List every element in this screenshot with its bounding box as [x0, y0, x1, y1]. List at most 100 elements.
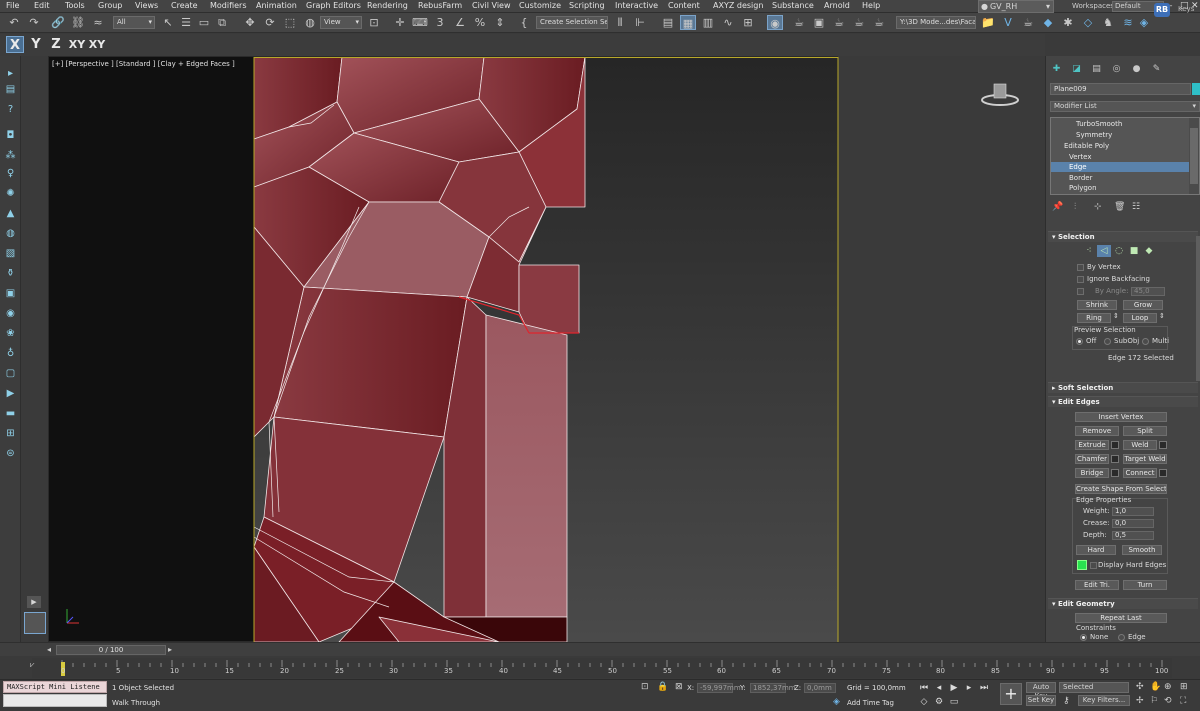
add-time-tag-button[interactable]: Add Time Tag	[847, 699, 894, 707]
menu-rebusfarm[interactable]: RebusFarm	[418, 1, 462, 10]
light-icon[interactable]: ♀	[3, 166, 18, 181]
make-unique-icon[interactable]: ⊹	[1094, 202, 1102, 212]
insert-vertex-button[interactable]: Insert Vertex	[1075, 412, 1167, 422]
stack-item-polygon[interactable]: Polygon	[1051, 183, 1189, 193]
pivot-center-icon[interactable]: ⊡	[366, 15, 382, 30]
render-production-icon[interactable]: ☕	[831, 15, 847, 30]
mini-curve-editor-icon[interactable]: ⩗	[30, 660, 54, 674]
selection-rollout-header[interactable]: ▾ Selection	[1048, 231, 1198, 242]
loop-spinner-icon[interactable]: ⇕	[1159, 312, 1165, 320]
stack-item-edge[interactable]: Edge	[1051, 162, 1189, 172]
panel-scrollbar[interactable]	[1196, 236, 1200, 381]
hard-edges-color-swatch[interactable]	[1077, 560, 1087, 570]
layers-icon[interactable]: ▤	[3, 82, 18, 97]
chamfer-settings-icon[interactable]	[1111, 455, 1119, 463]
plugin-icon-1[interactable]: ◆	[1040, 15, 1056, 30]
percent-snap-icon[interactable]: %	[472, 15, 488, 30]
by-vertex-checkbox[interactable]	[1077, 264, 1084, 271]
shrink-button[interactable]: Shrink	[1077, 300, 1117, 310]
split-button[interactable]: Split	[1123, 426, 1167, 436]
select-by-name-icon[interactable]: ☰	[178, 15, 194, 30]
sun-icon[interactable]: ✺	[3, 186, 18, 201]
axis-xy-cycle-button[interactable]: XY	[88, 36, 106, 53]
time-tag-icon[interactable]: ◈	[833, 697, 840, 707]
menu-views[interactable]: Views	[135, 1, 158, 10]
orbit-icon[interactable]: ✣	[1136, 682, 1144, 692]
target-weld-button[interactable]: Target Weld	[1123, 454, 1167, 464]
mirror-icon[interactable]: ⫴	[612, 15, 628, 30]
polygon-mode-icon[interactable]: ■	[1127, 245, 1141, 257]
unlink-icon[interactable]: ⛓	[70, 15, 86, 30]
edit-named-selection-icon[interactable]: {	[516, 15, 532, 30]
track-bar[interactable]	[32, 658, 1172, 678]
turn-button[interactable]: Turn	[1123, 580, 1167, 590]
reference-coordinate-select[interactable]: View ▾	[320, 16, 362, 29]
auto-key-button[interactable]: Auto Key	[1026, 682, 1056, 700]
paint-icon[interactable]: ❀	[3, 326, 18, 341]
previous-frame-icon[interactable]: ◂	[933, 682, 945, 694]
menu-file[interactable]: File	[6, 1, 19, 10]
depth-input[interactable]: 0,5	[1112, 531, 1154, 540]
scale-icon[interactable]: ⬚	[282, 15, 298, 30]
cone-icon[interactable]: ▲	[3, 206, 18, 221]
viewport-layout-icon[interactable]	[24, 612, 46, 634]
clapper-icon[interactable]: ⊜	[3, 446, 18, 461]
user-account-dropdown[interactable]: ● GV_RH ▾	[978, 0, 1054, 13]
repeat-last-button[interactable]: Repeat Last	[1075, 613, 1167, 623]
named-selection-set-select[interactable]: Create Selection Se	[536, 16, 608, 29]
remove-modifier-icon[interactable]: 🗑	[1114, 202, 1125, 212]
selection-lock-icon[interactable]: 🔒	[657, 682, 668, 692]
rotate-icon[interactable]: ⟳	[262, 15, 278, 30]
extrude-button[interactable]: Extrude	[1075, 440, 1109, 450]
group-icon[interactable]: ⁂	[3, 148, 18, 163]
select-object-icon[interactable]: ↖	[160, 15, 176, 30]
z-coord-input[interactable]: 0,0mm	[804, 683, 836, 693]
by-angle-input[interactable]: 45,0	[1131, 287, 1165, 296]
menu-graph-editors[interactable]: Graph Editors	[306, 1, 361, 10]
selection-set-dropdown[interactable]: Selected	[1059, 682, 1129, 693]
viewport-canvas[interactable]	[49, 57, 839, 643]
connect-button[interactable]: Connect	[1123, 468, 1157, 478]
menu-arnold[interactable]: Arnold	[824, 1, 850, 10]
menu-customize[interactable]: Customize	[519, 1, 561, 10]
pin-stack-icon[interactable]: 📌	[1052, 202, 1063, 212]
time-slider[interactable]: 0 / 100	[56, 645, 166, 655]
globe-icon[interactable]: ◉	[3, 306, 18, 321]
move-icon[interactable]: ✥	[242, 15, 258, 30]
angle-snap-icon[interactable]: ∠	[452, 15, 468, 30]
constraint-none-radio[interactable]	[1080, 634, 1087, 641]
keyboard-shortcut-icon[interactable]: ⌨	[412, 15, 428, 30]
vray-icon[interactable]: V	[1000, 15, 1016, 30]
constraint-edge-radio[interactable]	[1118, 634, 1125, 641]
zoom-all-icon[interactable]: ⊕	[1164, 682, 1172, 692]
spinner-snap-icon[interactable]: ⇕	[492, 15, 508, 30]
extrude-settings-icon[interactable]	[1111, 441, 1119, 449]
menu-edit[interactable]: Edit	[34, 1, 50, 10]
toggle-ribbon-icon[interactable]: ▥	[700, 15, 716, 30]
set-key-button[interactable]: Set Key	[1026, 695, 1056, 706]
remove-button[interactable]: Remove	[1075, 426, 1119, 436]
panel-icon[interactable]: ▧	[3, 246, 18, 261]
align-icon[interactable]: ⊩	[632, 15, 648, 30]
select-icon[interactable]: ▸	[3, 66, 18, 81]
ignore-backfacing-checkbox[interactable]	[1077, 276, 1084, 283]
hierarchy-tab-icon[interactable]: ▤	[1090, 63, 1103, 75]
selection-filter-select[interactable]: All ▾	[113, 16, 155, 29]
bridge-button[interactable]: Bridge	[1075, 468, 1109, 478]
time-config-icon[interactable]: ⚙	[933, 696, 945, 708]
object-name-field[interactable]: Plane009	[1050, 83, 1191, 95]
maxscript-output-field[interactable]	[3, 694, 107, 707]
modify-tab-icon[interactable]: ◪	[1070, 63, 1083, 75]
by-angle-checkbox[interactable]	[1077, 288, 1084, 295]
layer-explorer-icon[interactable]: ▦	[680, 15, 696, 30]
snaps-toggle-icon[interactable]: 3	[432, 15, 448, 30]
next-frame-icon[interactable]: ▸	[963, 682, 975, 694]
bottle-icon[interactable]: ⚱	[3, 266, 18, 281]
display-tab-icon[interactable]: ●	[1130, 63, 1143, 75]
viewcube-icon[interactable]	[980, 80, 1020, 108]
undo-icon[interactable]: ↶	[6, 15, 22, 30]
create-tab-icon[interactable]: ✚	[1050, 63, 1063, 75]
window-crossing-icon[interactable]: ⧉	[214, 15, 230, 30]
curve-editor-icon[interactable]: ∿	[720, 15, 736, 30]
configure-modifier-sets-icon[interactable]: ☷	[1132, 202, 1140, 212]
